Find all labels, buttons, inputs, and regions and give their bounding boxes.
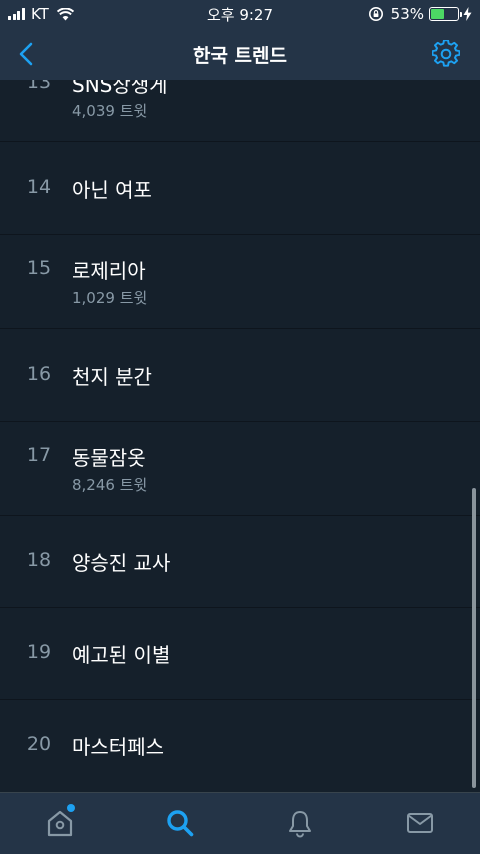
rotation-lock-icon (368, 7, 383, 21)
trend-rank: 20 (26, 733, 52, 755)
settings-button[interactable] (432, 40, 460, 68)
scrollbar[interactable] (472, 488, 476, 788)
mail-icon (407, 813, 433, 833)
search-icon (167, 810, 194, 837)
trend-row-14[interactable]: 14 아닌 여포 (0, 142, 480, 235)
status-left: KT (8, 5, 74, 23)
trend-rank: 15 (26, 257, 52, 279)
trend-name: 동물잠옷 (72, 446, 146, 470)
page-title: 한국 트렌드 (192, 45, 287, 67)
battery-fill (431, 9, 444, 19)
signal-icon (8, 8, 26, 20)
chevron-left-icon (19, 42, 33, 66)
screen: KT 오후 9:27 53% 한국 트렌드 13 SNS상생게 4,039 트윗… (0, 0, 480, 854)
trend-row-20[interactable]: 20 마스터페스 (0, 700, 480, 792)
trend-row-17[interactable]: 17 동물잠옷 8,246 트윗 (0, 422, 480, 516)
tab-bar (0, 792, 480, 854)
home-icon (47, 810, 73, 837)
notification-dot (67, 804, 75, 812)
trend-rank: 16 (26, 363, 52, 385)
trend-row-19[interactable]: 19 예고된 이별 (0, 608, 480, 700)
trend-name: 예고된 이별 (72, 643, 171, 667)
back-button[interactable] (12, 40, 40, 68)
trend-rank: 13 (26, 80, 52, 93)
trend-row-18[interactable]: 18 양승진 교사 (0, 516, 480, 608)
trend-tweet-count: 8,246 트윗 (72, 476, 148, 494)
trend-name: 로제리아 (72, 259, 146, 283)
trend-rank: 18 (26, 549, 52, 571)
trend-name: 마스터페스 (72, 735, 164, 759)
status-bar: KT 오후 9:27 53% (0, 0, 480, 28)
trend-name: 천지 분간 (72, 365, 152, 389)
trend-tweet-count: 4,039 트윗 (72, 102, 148, 120)
tab-notifications[interactable] (282, 807, 318, 839)
trend-row-15[interactable]: 15 로제리아 1,029 트윗 (0, 235, 480, 329)
charging-bolt-icon (463, 7, 472, 21)
trend-name: 아닌 여포 (72, 178, 152, 202)
battery-icon (429, 7, 462, 21)
trend-row-13[interactable]: 13 SNS상생게 4,039 트윗 (0, 80, 480, 142)
trend-rank: 17 (26, 444, 52, 466)
trend-rank: 19 (26, 641, 52, 663)
status-right: 53% (368, 5, 472, 23)
nav-bar: 한국 트렌드 (0, 28, 480, 80)
gear-icon (432, 40, 460, 67)
tab-home[interactable] (42, 804, 78, 839)
trend-rank: 14 (26, 176, 52, 198)
tab-messages[interactable] (402, 807, 438, 839)
trend-list[interactable]: 13 SNS상생게 4,039 트윗 14 아닌 여포 15 로제리아 1,02… (0, 80, 480, 792)
carrier-label: KT (31, 5, 49, 23)
bell-icon (289, 811, 311, 838)
trend-tweet-count: 1,029 트윗 (72, 289, 148, 307)
wifi-icon (56, 7, 74, 20)
trend-name: 양승진 교사 (72, 551, 171, 575)
trend-name: SNS상생게 (72, 80, 168, 97)
tab-search[interactable] (162, 807, 198, 839)
trend-row-16[interactable]: 16 천지 분간 (0, 329, 480, 422)
battery-percent: 53% (390, 5, 424, 23)
